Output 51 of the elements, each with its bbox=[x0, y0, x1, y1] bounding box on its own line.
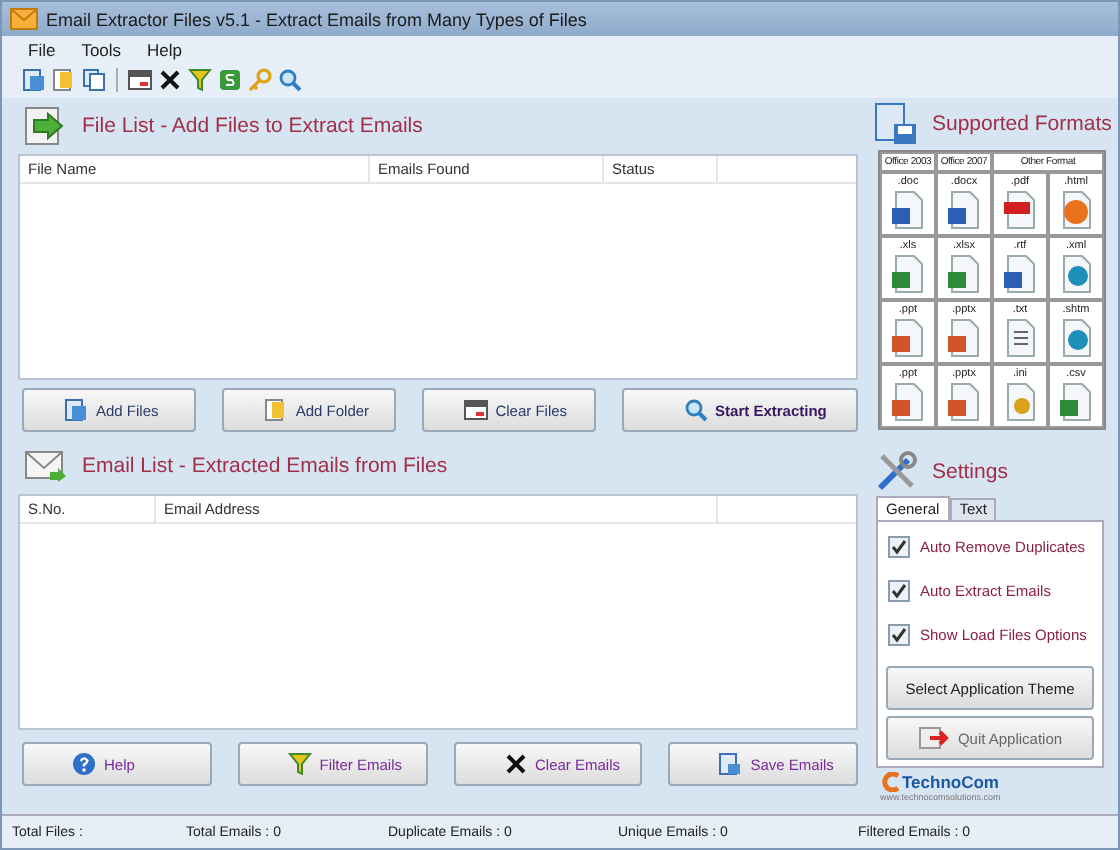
document-icon bbox=[874, 102, 918, 146]
file-icon bbox=[890, 318, 926, 358]
checkbox[interactable] bbox=[888, 580, 910, 602]
file-icon bbox=[1058, 382, 1094, 422]
file-icon bbox=[1058, 254, 1094, 294]
checkbox[interactable] bbox=[888, 536, 910, 558]
search-icon[interactable] bbox=[278, 68, 302, 92]
file-icon bbox=[1002, 318, 1038, 358]
search-icon bbox=[683, 398, 708, 422]
copy-icon[interactable] bbox=[82, 68, 106, 92]
file-icon bbox=[1002, 190, 1038, 230]
window-icon[interactable] bbox=[128, 68, 152, 92]
section-title: Settings bbox=[932, 460, 1008, 484]
menu-item[interactable]: File bbox=[28, 39, 56, 59]
envelope-icon bbox=[10, 8, 38, 30]
file-icon bbox=[946, 190, 982, 230]
file-icon bbox=[1058, 190, 1094, 230]
tools-icon bbox=[874, 450, 918, 494]
save-icon bbox=[718, 752, 743, 776]
menu-item[interactable]: Help bbox=[147, 39, 183, 59]
close-icon[interactable] bbox=[158, 68, 182, 92]
file-icon bbox=[946, 254, 982, 294]
folder-icon[interactable] bbox=[52, 68, 76, 92]
file-icon bbox=[946, 318, 982, 358]
document-icon[interactable] bbox=[22, 68, 46, 92]
filter-icon bbox=[287, 752, 312, 776]
dollar-icon[interactable] bbox=[218, 68, 242, 92]
window-icon bbox=[463, 398, 488, 422]
document-icon bbox=[64, 398, 88, 422]
logo-icon bbox=[880, 772, 900, 792]
exit-icon bbox=[917, 726, 950, 750]
checkbox[interactable] bbox=[888, 624, 910, 646]
file-icon bbox=[890, 382, 926, 422]
file-icon bbox=[1058, 318, 1094, 358]
file-icon bbox=[1002, 254, 1038, 294]
menu-item[interactable]: Tools bbox=[81, 39, 122, 59]
envelope-icon bbox=[24, 448, 68, 484]
section-title: Email List - Extracted Emails from Files bbox=[82, 454, 448, 478]
file-icon bbox=[890, 254, 926, 294]
file-icon bbox=[890, 190, 926, 230]
file-icon bbox=[946, 382, 982, 422]
file-icon bbox=[1002, 382, 1038, 422]
arrow-document-icon bbox=[24, 106, 68, 146]
section-title: File List - Add Files to Extract Emails bbox=[82, 114, 423, 138]
filter-icon[interactable] bbox=[188, 68, 212, 92]
help-icon bbox=[72, 752, 96, 776]
company-name: TechnoCom bbox=[902, 772, 999, 792]
folder-icon bbox=[263, 398, 288, 422]
window-title: Email Extractor Files v5.1 - Extract Emails from Many Types of Files bbox=[46, 9, 587, 29]
close-icon bbox=[503, 752, 527, 776]
section-title: Supported Formats bbox=[932, 112, 1112, 136]
